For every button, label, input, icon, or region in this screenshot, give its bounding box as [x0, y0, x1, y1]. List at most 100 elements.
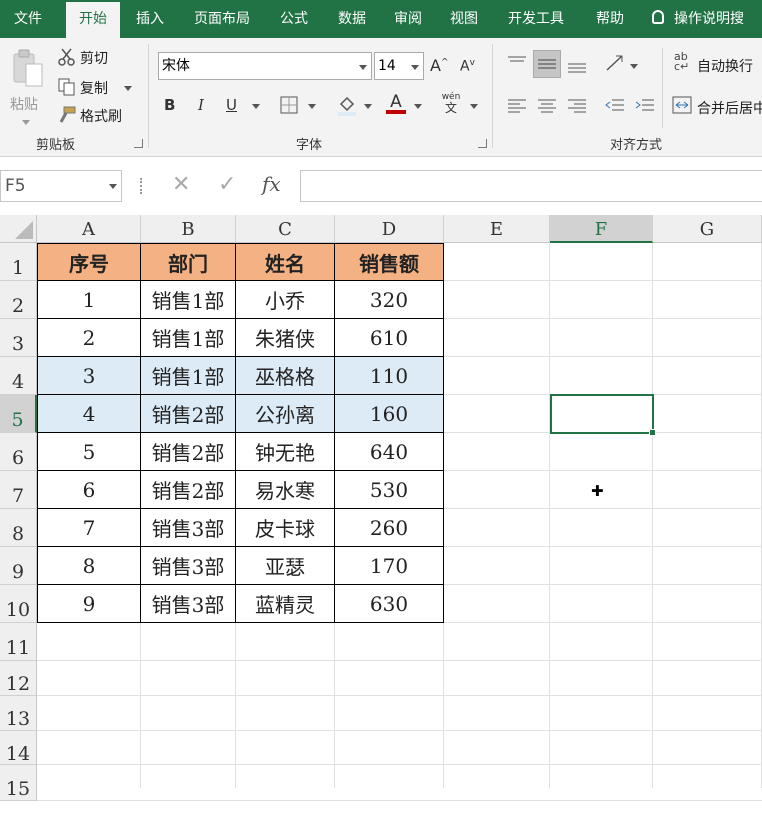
formula-input[interactable]	[300, 170, 762, 202]
clipboard-dialog-launcher-icon[interactable]	[134, 139, 143, 148]
row-header-11[interactable]: 11	[0, 623, 37, 661]
table-cell[interactable]: 销售3部	[141, 585, 236, 623]
row-header-4[interactable]: 4	[0, 357, 37, 395]
column-header-d[interactable]: D	[335, 215, 444, 243]
table-cell[interactable]: 易水寒	[236, 471, 335, 509]
align-bottom-icon[interactable]	[566, 52, 588, 74]
row-header-12[interactable]: 12	[0, 661, 37, 696]
table-cell[interactable]: 销售1部	[141, 319, 236, 357]
table-cell[interactable]: 朱猪侠	[236, 319, 335, 357]
row-header-13[interactable]: 13	[0, 696, 37, 731]
column-header-a[interactable]: A	[37, 215, 141, 243]
table-cell[interactable]: 4	[37, 395, 141, 433]
table-cell[interactable]: 销售2部	[141, 433, 236, 471]
table-header-cell[interactable]: 序号	[37, 243, 141, 281]
table-cell[interactable]: 530	[335, 471, 444, 509]
align-center-icon[interactable]	[536, 94, 558, 116]
fill-color-dropdown-icon[interactable]	[364, 104, 372, 109]
table-cell[interactable]: 销售3部	[141, 509, 236, 547]
orientation-icon[interactable]	[604, 52, 626, 74]
table-header-cell[interactable]: 销售额	[335, 243, 444, 281]
table-cell[interactable]: 6	[37, 471, 141, 509]
table-cell[interactable]: 5	[37, 433, 141, 471]
font-name-select[interactable]: 宋体	[158, 52, 372, 80]
tab-developer[interactable]: 开发工具	[496, 0, 576, 38]
cancel-icon[interactable]: ✕	[172, 172, 190, 197]
active-cell-cursor[interactable]	[550, 394, 656, 436]
phonetic-dropdown-icon[interactable]	[470, 104, 478, 109]
align-top-icon[interactable]	[506, 52, 528, 74]
table-cell[interactable]: 销售3部	[141, 547, 236, 585]
tab-file[interactable]: 文件	[0, 0, 56, 38]
fill-color-icon[interactable]	[336, 94, 358, 116]
table-cell[interactable]: 小乔	[236, 281, 335, 319]
font-color-dropdown-icon[interactable]	[414, 104, 422, 109]
enter-icon[interactable]: ✓	[218, 172, 236, 197]
row-header-10[interactable]: 10	[0, 585, 37, 623]
name-box[interactable]: F5	[0, 170, 122, 202]
table-cell[interactable]: 销售2部	[141, 395, 236, 433]
tab-review[interactable]: 审阅	[384, 0, 432, 38]
column-header-c[interactable]: C	[236, 215, 335, 243]
shrink-font-icon[interactable]: Av	[460, 58, 475, 75]
insert-function-icon[interactable]: fx	[262, 172, 281, 196]
table-cell[interactable]: 630	[335, 585, 444, 623]
table-cell[interactable]: 170	[335, 547, 444, 585]
font-size-select[interactable]: 14	[374, 52, 424, 80]
grow-font-icon[interactable]: A^	[430, 56, 449, 75]
underline-dropdown-icon[interactable]	[252, 104, 260, 109]
bold-button[interactable]: B	[164, 96, 175, 114]
paste-button[interactable]: 粘贴	[6, 46, 46, 126]
borders-dropdown-icon[interactable]	[308, 104, 316, 109]
table-cell[interactable]: 销售1部	[141, 357, 236, 395]
row-header-2[interactable]: 2	[0, 281, 37, 319]
align-right-icon[interactable]	[566, 94, 588, 116]
font-dialog-launcher-icon[interactable]	[478, 139, 487, 148]
column-header-b[interactable]: B	[141, 215, 236, 243]
tell-me-search[interactable]: 操作说明搜	[652, 0, 744, 38]
table-cell[interactable]: 1	[37, 281, 141, 319]
table-cell[interactable]: 销售1部	[141, 281, 236, 319]
tab-insert[interactable]: 插入	[124, 0, 176, 38]
phonetic-guide-icon[interactable]: wén 文	[440, 92, 462, 114]
copy-button[interactable]: 复制	[56, 76, 136, 98]
table-cell[interactable]: 公孙离	[236, 395, 335, 433]
table-cell[interactable]: 3	[37, 357, 141, 395]
table-header-cell[interactable]: 部门	[141, 243, 236, 281]
borders-icon[interactable]	[280, 96, 298, 114]
table-cell[interactable]: 320	[335, 281, 444, 319]
table-cell[interactable]: 9	[37, 585, 141, 623]
table-cell[interactable]: 640	[335, 433, 444, 471]
fill-handle[interactable]	[649, 429, 656, 436]
row-header-14[interactable]: 14	[0, 731, 37, 765]
cut-button[interactable]: 剪切	[56, 46, 126, 68]
orientation-dropdown-icon[interactable]	[630, 64, 638, 69]
tab-home[interactable]: 开始	[66, 2, 120, 38]
column-header-g[interactable]: G	[653, 215, 762, 243]
table-cell[interactable]: 8	[37, 547, 141, 585]
row-header-5[interactable]: 5	[0, 395, 37, 433]
table-cell[interactable]: 皮卡球	[236, 509, 335, 547]
underline-button[interactable]: U	[226, 96, 237, 114]
tab-page-layout[interactable]: 页面布局	[186, 0, 258, 38]
tab-help[interactable]: 帮助	[586, 0, 634, 38]
table-cell[interactable]: 610	[335, 319, 444, 357]
align-middle-button[interactable]	[533, 50, 561, 78]
row-header-9[interactable]: 9	[0, 547, 37, 585]
table-cell[interactable]: 2	[37, 319, 141, 357]
table-cell[interactable]: 260	[335, 509, 444, 547]
italic-button[interactable]: I	[198, 96, 204, 114]
table-cell[interactable]: 亚瑟	[236, 547, 335, 585]
column-header-e[interactable]: E	[444, 215, 550, 243]
select-all-button[interactable]	[0, 215, 37, 243]
table-cell[interactable]: 160	[335, 395, 444, 433]
table-cell[interactable]: 7	[37, 509, 141, 547]
row-header-1[interactable]: 1	[0, 243, 37, 281]
row-header-3[interactable]: 3	[0, 319, 37, 357]
worksheet-grid[interactable]: ABCDEFG 1 2 3 4 5 6 7 8 9 10 11 12 13 14 15 序号 部门 姓名 销售额 1…	[0, 215, 762, 801]
row-header-15[interactable]: 15	[0, 765, 37, 801]
wrap-text-button[interactable]: ab c↵ 自动换行	[670, 51, 762, 76]
tab-data[interactable]: 数据	[328, 0, 376, 38]
table-header-cell[interactable]: 姓名	[236, 243, 335, 281]
table-cell[interactable]: 110	[335, 357, 444, 395]
